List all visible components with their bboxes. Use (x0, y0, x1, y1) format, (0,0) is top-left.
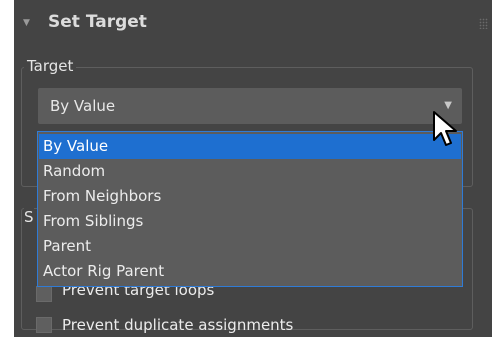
target-dropdown[interactable]: By Value ▼ (38, 88, 462, 124)
prevent-duplicate-assignments-row[interactable]: Prevent duplicate assignments (36, 315, 376, 337)
target-dropdown-list[interactable]: By Value Random From Neighbors From Sibl… (37, 131, 463, 287)
prevent-duplicate-assignments-checkbox[interactable] (36, 317, 52, 333)
dropdown-option-from-neighbors[interactable]: From Neighbors (39, 184, 461, 209)
dropdown-option-from-siblings[interactable]: From Siblings (39, 209, 461, 234)
prevent-target-loops-row[interactable]: Prevent target loops (36, 281, 336, 306)
prevent-duplicate-assignments-label: Prevent duplicate assignments (62, 316, 294, 334)
target-group-label: Target (24, 57, 77, 75)
second-group-label: S (24, 208, 34, 226)
grip-dots-icon[interactable] (479, 18, 488, 29)
screenshot-root: ▼ Set Target Target S Prevent target loo… (0, 0, 503, 337)
dropdown-option-actor-rig-parent[interactable]: Actor Rig Parent (39, 259, 461, 284)
collapse-triangle-icon[interactable]: ▼ (23, 18, 30, 28)
dropdown-option-parent[interactable]: Parent (39, 234, 461, 259)
dropdown-option-random[interactable]: Random (39, 159, 461, 184)
mouse-pointer-icon (433, 111, 457, 146)
rollout-header[interactable]: ▼ Set Target (14, 6, 492, 40)
prevent-target-loops-checkbox[interactable] (36, 286, 52, 302)
dropdown-option-by-value[interactable]: By Value (39, 134, 461, 159)
rollout-title: Set Target (48, 12, 147, 32)
target-dropdown-value: By Value (50, 97, 116, 115)
